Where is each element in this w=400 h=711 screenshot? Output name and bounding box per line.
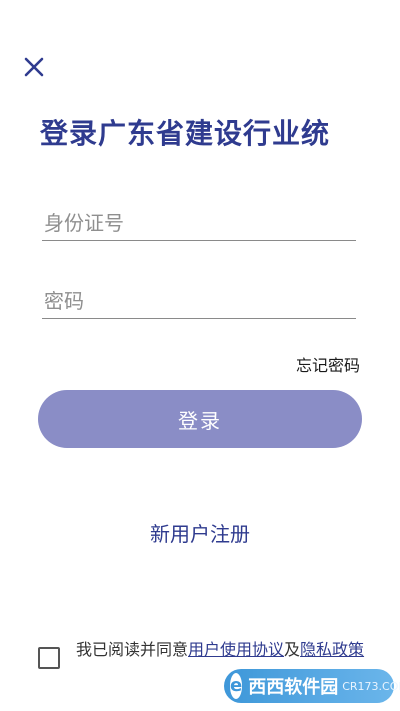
- login-button[interactable]: 登录: [38, 390, 362, 448]
- close-button[interactable]: [22, 55, 46, 79]
- page-title: 登录广东省建设行业统: [40, 117, 331, 150]
- password-input[interactable]: [42, 283, 356, 319]
- watermark-url: CR173.COM: [342, 679, 400, 693]
- close-icon: [24, 57, 44, 77]
- register-link[interactable]: 新用户注册: [0, 518, 400, 547]
- watermark-logo: e 西西软件园 CR173.COM: [224, 669, 400, 703]
- privacy-policy-link[interactable]: 隐私政策: [300, 640, 364, 659]
- agreement-and: 及: [284, 640, 301, 659]
- watermark-brand: 西西软件园: [248, 677, 339, 698]
- agreement-checkbox[interactable]: [38, 647, 60, 669]
- forgot-password-link[interactable]: 忘记密码: [296, 352, 360, 376]
- agreement-text: 我已阅读并同意用户使用协议及隐私政策: [76, 638, 366, 662]
- agreement-prefix: 我已阅读并同意: [76, 640, 189, 659]
- id-number-input[interactable]: [42, 205, 356, 241]
- user-agreement-link[interactable]: 用户使用协议: [188, 640, 284, 659]
- watermark-icon: e: [230, 673, 243, 699]
